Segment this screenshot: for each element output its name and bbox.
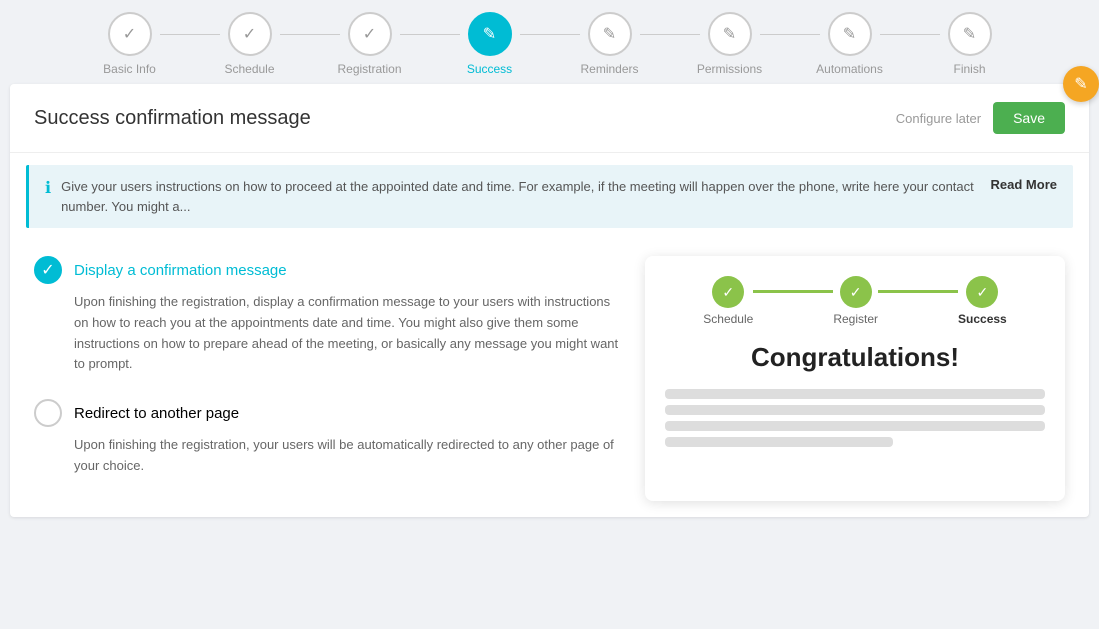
step-circle-finish: ✎ <box>948 12 992 56</box>
nav-step-registration[interactable]: ✓ Registration <box>310 12 430 76</box>
step-label-permissions: Permissions <box>697 62 762 76</box>
edit-fab-button[interactable]: ✎ <box>1063 66 1099 102</box>
step-circle-basic-info: ✓ <box>108 12 152 56</box>
nav-step-automations[interactable]: ✎ Automations <box>790 12 910 76</box>
option-title-redirect-page: Redirect to another page <box>74 405 239 422</box>
nav-step-success[interactable]: ✎ Success <box>430 12 550 76</box>
options-area: ✓ Display a confirmation message Upon fini… <box>10 240 1089 517</box>
info-bar-text: Give your users instructions on how to p… <box>61 177 980 216</box>
step-circle-permissions: ✎ <box>708 12 752 56</box>
preview-card: ✓ Schedule ✓ Register ✓ Success Congratulatio… <box>645 256 1065 501</box>
options-list: ✓ Display a confirmation message Upon fini… <box>34 256 621 501</box>
step-label-success: Success <box>467 62 512 76</box>
info-bar: ℹ Give your users instructions on how to… <box>26 165 1073 228</box>
congrats-text: Congratulations! <box>665 342 1045 373</box>
info-icon: ℹ <box>45 178 51 198</box>
option-header-display-confirmation: ✓ Display a confirmation message <box>34 256 621 284</box>
step-label-automations: Automations <box>816 62 883 76</box>
placeholder-lines <box>665 389 1045 447</box>
preview-step-label-0: Schedule <box>703 312 753 326</box>
option-display-confirmation: ✓ Display a confirmation message Upon fini… <box>34 256 621 375</box>
page-title: Success confirmation message <box>34 107 311 130</box>
content-header: Success confirmation message Configure l… <box>10 84 1089 153</box>
preview-step-0: ✓ Schedule <box>703 276 753 326</box>
nav-step-schedule[interactable]: ✓ Schedule <box>190 12 310 76</box>
step-circle-reminders: ✎ <box>588 12 632 56</box>
nav-step-finish[interactable]: ✎ Finish <box>910 12 1030 76</box>
step-circle-registration: ✓ <box>348 12 392 56</box>
option-header-redirect-page: Redirect to another page <box>34 399 621 427</box>
header-actions: Configure later Save <box>896 102 1065 134</box>
step-navigation: ✓ Basic Info ✓ Schedule ✓ Registration ✎ Succes… <box>0 0 1099 84</box>
radio-display-confirmation[interactable]: ✓ <box>34 256 62 284</box>
preview-step-circle-1: ✓ <box>840 276 872 308</box>
placeholder-line-1 <box>665 405 1045 415</box>
preview-step-circle-2: ✓ <box>966 276 998 308</box>
nav-step-basic-info[interactable]: ✓ Basic Info <box>70 12 190 76</box>
preview-step-label-1: Register <box>833 312 878 326</box>
main-content: ✎ Success confirmation message Configure… <box>10 84 1089 517</box>
preview-connector-1 <box>878 290 958 293</box>
preview-step-circle-0: ✓ <box>712 276 744 308</box>
step-label-registration: Registration <box>337 62 401 76</box>
preview-steps: ✓ Schedule ✓ Register ✓ Success <box>665 276 1045 326</box>
option-title-display-confirmation: Display a confirmation message <box>74 262 287 279</box>
option-redirect-page: Redirect to another page Upon finishing t… <box>34 399 621 477</box>
preview-step-2: ✓ Success <box>958 276 1007 326</box>
radio-redirect-page[interactable] <box>34 399 62 427</box>
nav-step-permissions[interactable]: ✎ Permissions <box>670 12 790 76</box>
option-desc-display-confirmation: Upon finishing the registration, display… <box>34 292 621 375</box>
nav-step-reminders[interactable]: ✎ Reminders <box>550 12 670 76</box>
step-label-reminders: Reminders <box>580 62 638 76</box>
read-more-link[interactable]: Read More <box>991 177 1057 192</box>
step-circle-schedule: ✓ <box>228 12 272 56</box>
preview-step-1: ✓ Register <box>833 276 878 326</box>
step-circle-automations: ✎ <box>828 12 872 56</box>
preview-connector-0 <box>753 290 833 293</box>
preview-step-label-2: Success <box>958 312 1007 326</box>
placeholder-line-2 <box>665 421 1045 431</box>
step-label-basic-info: Basic Info <box>103 62 156 76</box>
placeholder-line-3 <box>665 437 893 447</box>
step-circle-success: ✎ <box>468 12 512 56</box>
option-desc-redirect-page: Upon finishing the registration, your us… <box>34 435 621 477</box>
placeholder-line-0 <box>665 389 1045 399</box>
step-label-finish: Finish <box>953 62 985 76</box>
configure-later-button[interactable]: Configure later <box>896 111 981 126</box>
step-label-schedule: Schedule <box>224 62 274 76</box>
save-button[interactable]: Save <box>993 102 1065 134</box>
